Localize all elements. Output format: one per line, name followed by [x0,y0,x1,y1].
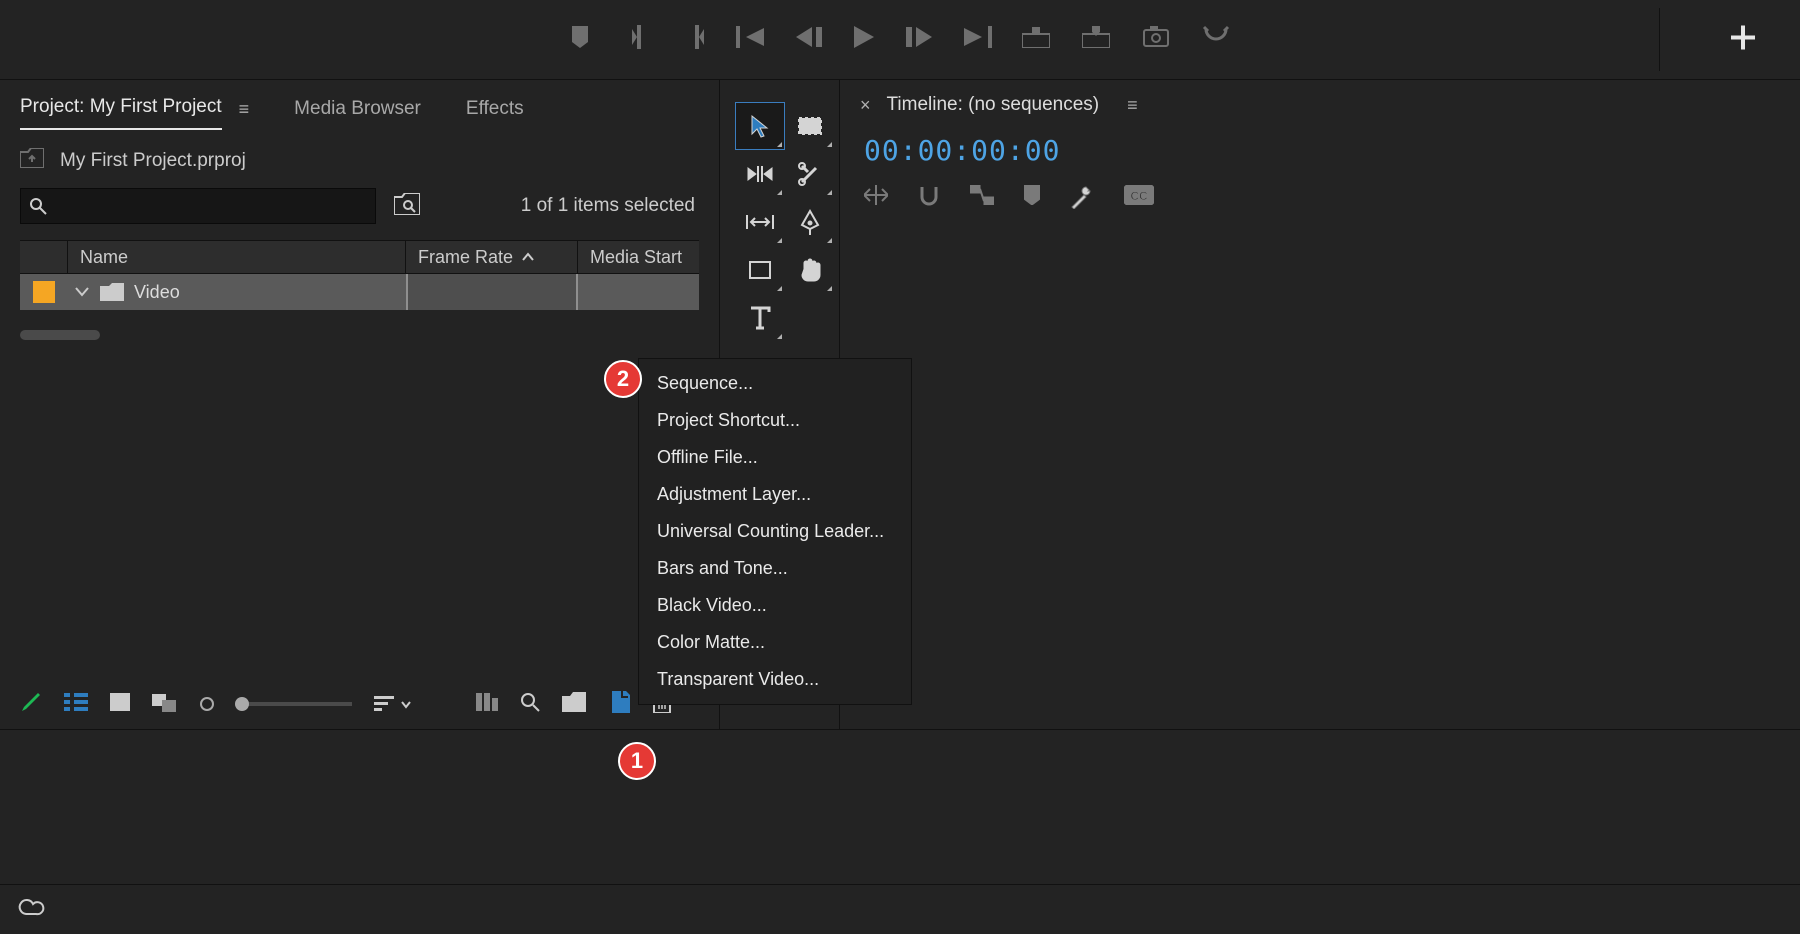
sort-icon[interactable] [374,696,412,712]
menu-item-transparent-video[interactable]: Transparent Video... [639,661,911,698]
tab-effects[interactable]: Effects [466,98,524,130]
svg-text:CC: CC [1130,189,1148,203]
sort-ascending-icon [521,252,535,262]
timecode-display[interactable]: 00:00:00:00 [864,134,1780,167]
track-select-tool-icon[interactable] [785,102,835,150]
snap-icon[interactable] [918,185,940,214]
chevron-down-icon[interactable] [74,286,90,298]
panel-menu-icon[interactable]: ≡ [239,99,250,130]
selection-status: 1 of 1 items selected [521,195,695,217]
step-back-icon[interactable] [796,27,822,52]
freeform-view-icon[interactable] [152,692,178,717]
search-input[interactable] [20,188,376,224]
menu-item-black-video[interactable]: Black Video... [639,587,911,624]
go-to-out-icon[interactable] [964,26,992,53]
menu-item-sequence[interactable]: Sequence... [639,365,911,402]
automate-to-sequence-icon[interactable] [476,693,498,716]
menu-item-project-shortcut[interactable]: Project Shortcut... [639,402,911,439]
menu-item-bars-and-tone[interactable]: Bars and Tone... [639,550,911,587]
zoom-slider-min-icon [200,697,214,711]
tab-project[interactable]: Project: My First Project [20,96,222,130]
icon-view-icon[interactable] [110,693,130,716]
selection-tool-icon[interactable] [735,102,785,150]
column-headers: Name Frame Rate Media Start [20,240,699,274]
out-point-icon[interactable] [688,25,706,54]
marker-icon[interactable] [570,26,590,53]
overwrite-icon[interactable] [1082,26,1110,53]
creative-cloud-icon[interactable] [16,896,46,923]
ripple-edit-tool-icon[interactable] [735,150,785,198]
pen-tool-icon[interactable] [785,198,835,246]
export-frame-icon[interactable] [1142,26,1170,53]
new-item-context-menu: Sequence... Project Shortcut... Offline … [638,358,912,705]
type-tool-icon[interactable] [735,294,785,342]
tab-media-browser[interactable]: Media Browser [294,98,421,130]
bin-name[interactable]: Video [134,282,180,303]
razor-tool-icon[interactable] [785,150,835,198]
new-bin-icon[interactable] [562,692,586,717]
slip-tool-icon[interactable] [735,198,785,246]
panel-menu-icon[interactable]: ≡ [1127,95,1138,116]
go-to-in-icon[interactable] [736,26,764,53]
insert-icon[interactable] [1022,26,1050,53]
app-status-bar [0,884,1800,934]
transport-toolbar [0,0,1800,80]
menu-item-adjustment-layer[interactable]: Adjustment Layer... [639,476,911,513]
step-forward-icon[interactable] [906,27,932,52]
project-panel-footer [0,679,719,729]
menu-item-universal-counting-leader[interactable]: Universal Counting Leader... [639,513,911,550]
column-media-start[interactable]: Media Start [578,241,699,273]
linked-selection-icon[interactable] [970,185,994,214]
project-filename: My First Project.prproj [60,150,246,172]
captions-icon[interactable]: CC [1124,185,1154,214]
rectangle-tool-icon[interactable] [735,246,785,294]
bin-folder-icon [100,283,124,301]
comparison-view-icon[interactable] [1202,25,1230,54]
play-icon[interactable] [854,26,874,53]
close-icon[interactable]: × [860,95,871,116]
writable-indicator-icon[interactable] [20,691,42,718]
annotation-step-2: 2 [604,360,642,398]
hand-tool-icon[interactable] [785,246,835,294]
new-item-icon[interactable] [608,691,630,718]
horizontal-scrollbar[interactable] [20,330,699,340]
list-view-icon[interactable] [64,693,88,716]
timeline-panel: × Timeline: (no sequences) ≡ 00:00:00:00… [840,80,1800,729]
find-in-bin-icon[interactable] [394,193,420,220]
column-frame-rate[interactable]: Frame Rate [406,241,578,273]
bin-up-icon[interactable] [20,148,44,174]
annotation-step-1: 1 [618,742,656,780]
menu-item-offline-file[interactable]: Offline File... [639,439,911,476]
add-button-icon[interactable] [1731,25,1755,54]
timeline-title: Timeline: (no sequences) [887,94,1100,116]
insert-sequence-icon[interactable] [864,185,888,214]
in-point-icon[interactable] [630,25,648,54]
column-name[interactable]: Name [68,241,406,273]
settings-wrench-icon[interactable] [1070,185,1094,214]
thumbnail-zoom-slider[interactable] [242,702,352,706]
marker-icon[interactable] [1024,185,1040,214]
table-row[interactable]: Video [20,274,699,310]
project-panel: Project: My First Project ≡ Media Browse… [0,80,720,729]
clip-label-swatch [20,281,68,303]
find-icon[interactable] [520,692,540,717]
menu-item-color-matte[interactable]: Color Matte... [639,624,911,661]
